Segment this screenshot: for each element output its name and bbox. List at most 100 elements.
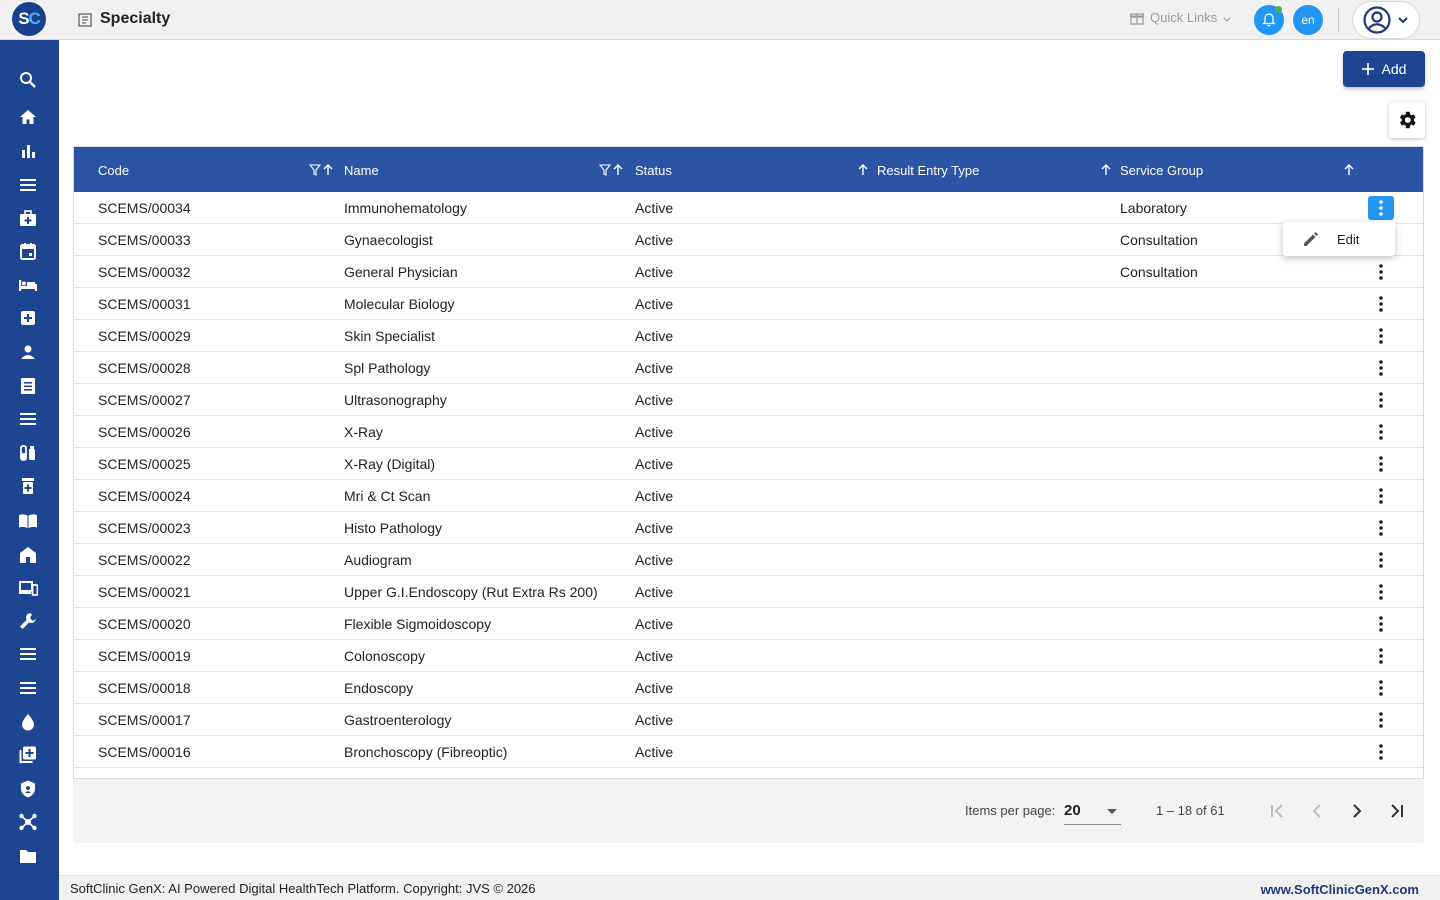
sidebar-item-list[interactable] [17,375,39,397]
sidebar-item-devices[interactable] [17,577,39,599]
row-actions-button[interactable] [1368,196,1394,220]
table-row[interactable]: SCEMS/00031 Molecular Biology Active [74,288,1423,320]
row-actions-button[interactable] [1368,420,1394,444]
row-actions-button[interactable] [1368,548,1394,572]
column-header-code[interactable]: Code [98,163,129,178]
table-row[interactable]: SCEMS/00020 Flexible Sigmoidoscopy Active [74,608,1423,640]
cell-code: SCEMS/00019 [98,648,191,664]
row-actions-button[interactable] [1368,580,1394,604]
logo-letter-c: C [28,9,41,28]
sort-arrow-up-icon[interactable] [613,163,623,177]
row-actions-button[interactable] [1368,356,1394,380]
table-row[interactable]: SCEMS/00016 Bronchoscopy (Fibreoptic) Acti… [74,736,1423,768]
table-row[interactable]: SCEMS/00018 Endoscopy Active [74,672,1423,704]
sidebar-item-files[interactable] [17,845,39,867]
row-actions-button[interactable] [1368,324,1394,348]
cell-code: SCEMS/00022 [98,552,191,568]
cell-name: Mri & Ct Scan [344,488,431,504]
row-actions-button[interactable] [1368,708,1394,732]
first-page-button[interactable] [1265,799,1289,823]
sort-arrow-up-icon[interactable] [858,163,868,177]
row-actions-button[interactable] [1368,676,1394,700]
sidebar-item-integration[interactable] [17,811,39,833]
sidebar-item-beds[interactable] [17,274,39,296]
cell-status: Active [635,584,674,600]
sort-arrow-up-icon[interactable] [1344,163,1354,177]
notifications-button[interactable] [1254,5,1284,35]
table-row[interactable]: SCEMS/00027 Ultrasonography Active [74,384,1423,416]
add-button[interactable]: Add [1343,51,1425,87]
cell-status: Active [635,744,674,760]
gift-icon [1130,12,1144,25]
sort-arrow-up-icon[interactable] [1101,163,1111,177]
cell-code: SCEMS/00034 [98,200,191,216]
avatar-icon [1363,6,1391,34]
row-actions-button[interactable] [1368,260,1394,284]
sidebar-item-menu-3[interactable] [17,643,39,665]
cell-service-group: Laboratory [1120,200,1187,216]
column-header-name[interactable]: Name [344,163,379,178]
sidebar-item-home[interactable] [17,106,39,128]
sidebar-item-facility[interactable] [17,544,39,566]
sidebar-item-security[interactable] [17,778,39,800]
sidebar-item-reports[interactable] [17,140,39,162]
row-actions-button[interactable] [1368,292,1394,316]
user-menu-button[interactable] [1352,1,1420,39]
table-row[interactable]: SCEMS/00026 X-Ray Active [74,416,1423,448]
column-header-service-group[interactable]: Service Group [1120,163,1203,178]
sidebar-item-menu-2[interactable] [17,408,39,430]
language-button[interactable]: en [1293,5,1323,35]
table-row[interactable]: SCEMS/00034 Immunohematology Active Laborat… [74,192,1423,224]
sidebar-item-library[interactable] [17,510,39,532]
row-actions-button[interactable] [1368,740,1394,764]
table-row[interactable]: SCEMS/00029 Skin Specialist Active [74,320,1423,352]
row-actions-button[interactable] [1368,452,1394,476]
filter-icon[interactable] [599,163,611,177]
sort-arrow-up-icon[interactable] [323,163,333,177]
edit-menu-item[interactable]: Edit [1337,232,1359,247]
row-actions-button[interactable] [1368,516,1394,540]
table-row[interactable]: SCEMS/00032 General Physician Active Consul… [74,256,1423,288]
cell-name: Audiogram [344,552,412,568]
table-row[interactable]: SCEMS/00019 Colonoscopy Active [74,640,1423,672]
cell-status: Active [635,520,674,536]
items-per-page-select[interactable]: 20 [1064,799,1121,825]
more-vert-icon [1379,456,1383,472]
table-row[interactable]: SCEMS/00028 Spl Pathology Active [74,352,1423,384]
filter-icon[interactable] [309,163,321,177]
sidebar-item-patient[interactable] [17,341,39,363]
table-row[interactable]: SCEMS/00017 Gastroenterology Active [74,704,1423,736]
cell-status: Active [635,648,674,664]
sidebar-item-medical[interactable] [17,207,39,229]
column-header-result-entry-type[interactable]: Result Entry Type [877,163,979,178]
last-page-button[interactable] [1385,799,1409,823]
column-settings-button[interactable] [1389,102,1425,138]
table-row[interactable]: SCEMS/00024 Mri & Ct Scan Active [74,480,1423,512]
app-logo[interactable]: SC [12,2,46,36]
footer-website-link[interactable]: www.SoftClinicGenX.com [1261,882,1419,897]
sidebar-item-library-add[interactable] [17,744,39,766]
table-row[interactable]: SCEMS/00033 Gynaecologist Active Consultati… [74,224,1423,256]
sidebar-item-blood-bank[interactable] [17,711,39,733]
previous-page-button[interactable] [1305,799,1329,823]
row-actions-button[interactable] [1368,612,1394,636]
sidebar-item-add[interactable] [17,307,39,329]
pill-box-icon [22,478,34,494]
table-row[interactable]: SCEMS/00025 X-Ray (Digital) Active [74,448,1423,480]
row-actions-button[interactable] [1368,644,1394,668]
sidebar-item-lab[interactable] [17,442,39,464]
sidebar-item-menu-4[interactable] [17,677,39,699]
sidebar-item-calendar[interactable] [17,240,39,262]
sidebar-item-tools[interactable] [17,610,39,632]
column-header-status[interactable]: Status [635,163,672,178]
table-row[interactable]: SCEMS/00022 Audiogram Active [74,544,1423,576]
table-row[interactable]: SCEMS/00023 Histo Pathology Active [74,512,1423,544]
row-actions-button[interactable] [1368,484,1394,508]
table-row[interactable]: SCEMS/00021 Upper G.I.Endoscopy (Rut Extr… [74,576,1423,608]
sidebar-item-search[interactable] [17,69,39,91]
next-page-button[interactable] [1345,799,1369,823]
sidebar-item-menu-1[interactable] [17,174,39,196]
sidebar-item-pharmacy[interactable] [17,475,39,497]
quick-links-dropdown[interactable]: Quick Links [1130,10,1231,25]
row-actions-button[interactable] [1368,388,1394,412]
